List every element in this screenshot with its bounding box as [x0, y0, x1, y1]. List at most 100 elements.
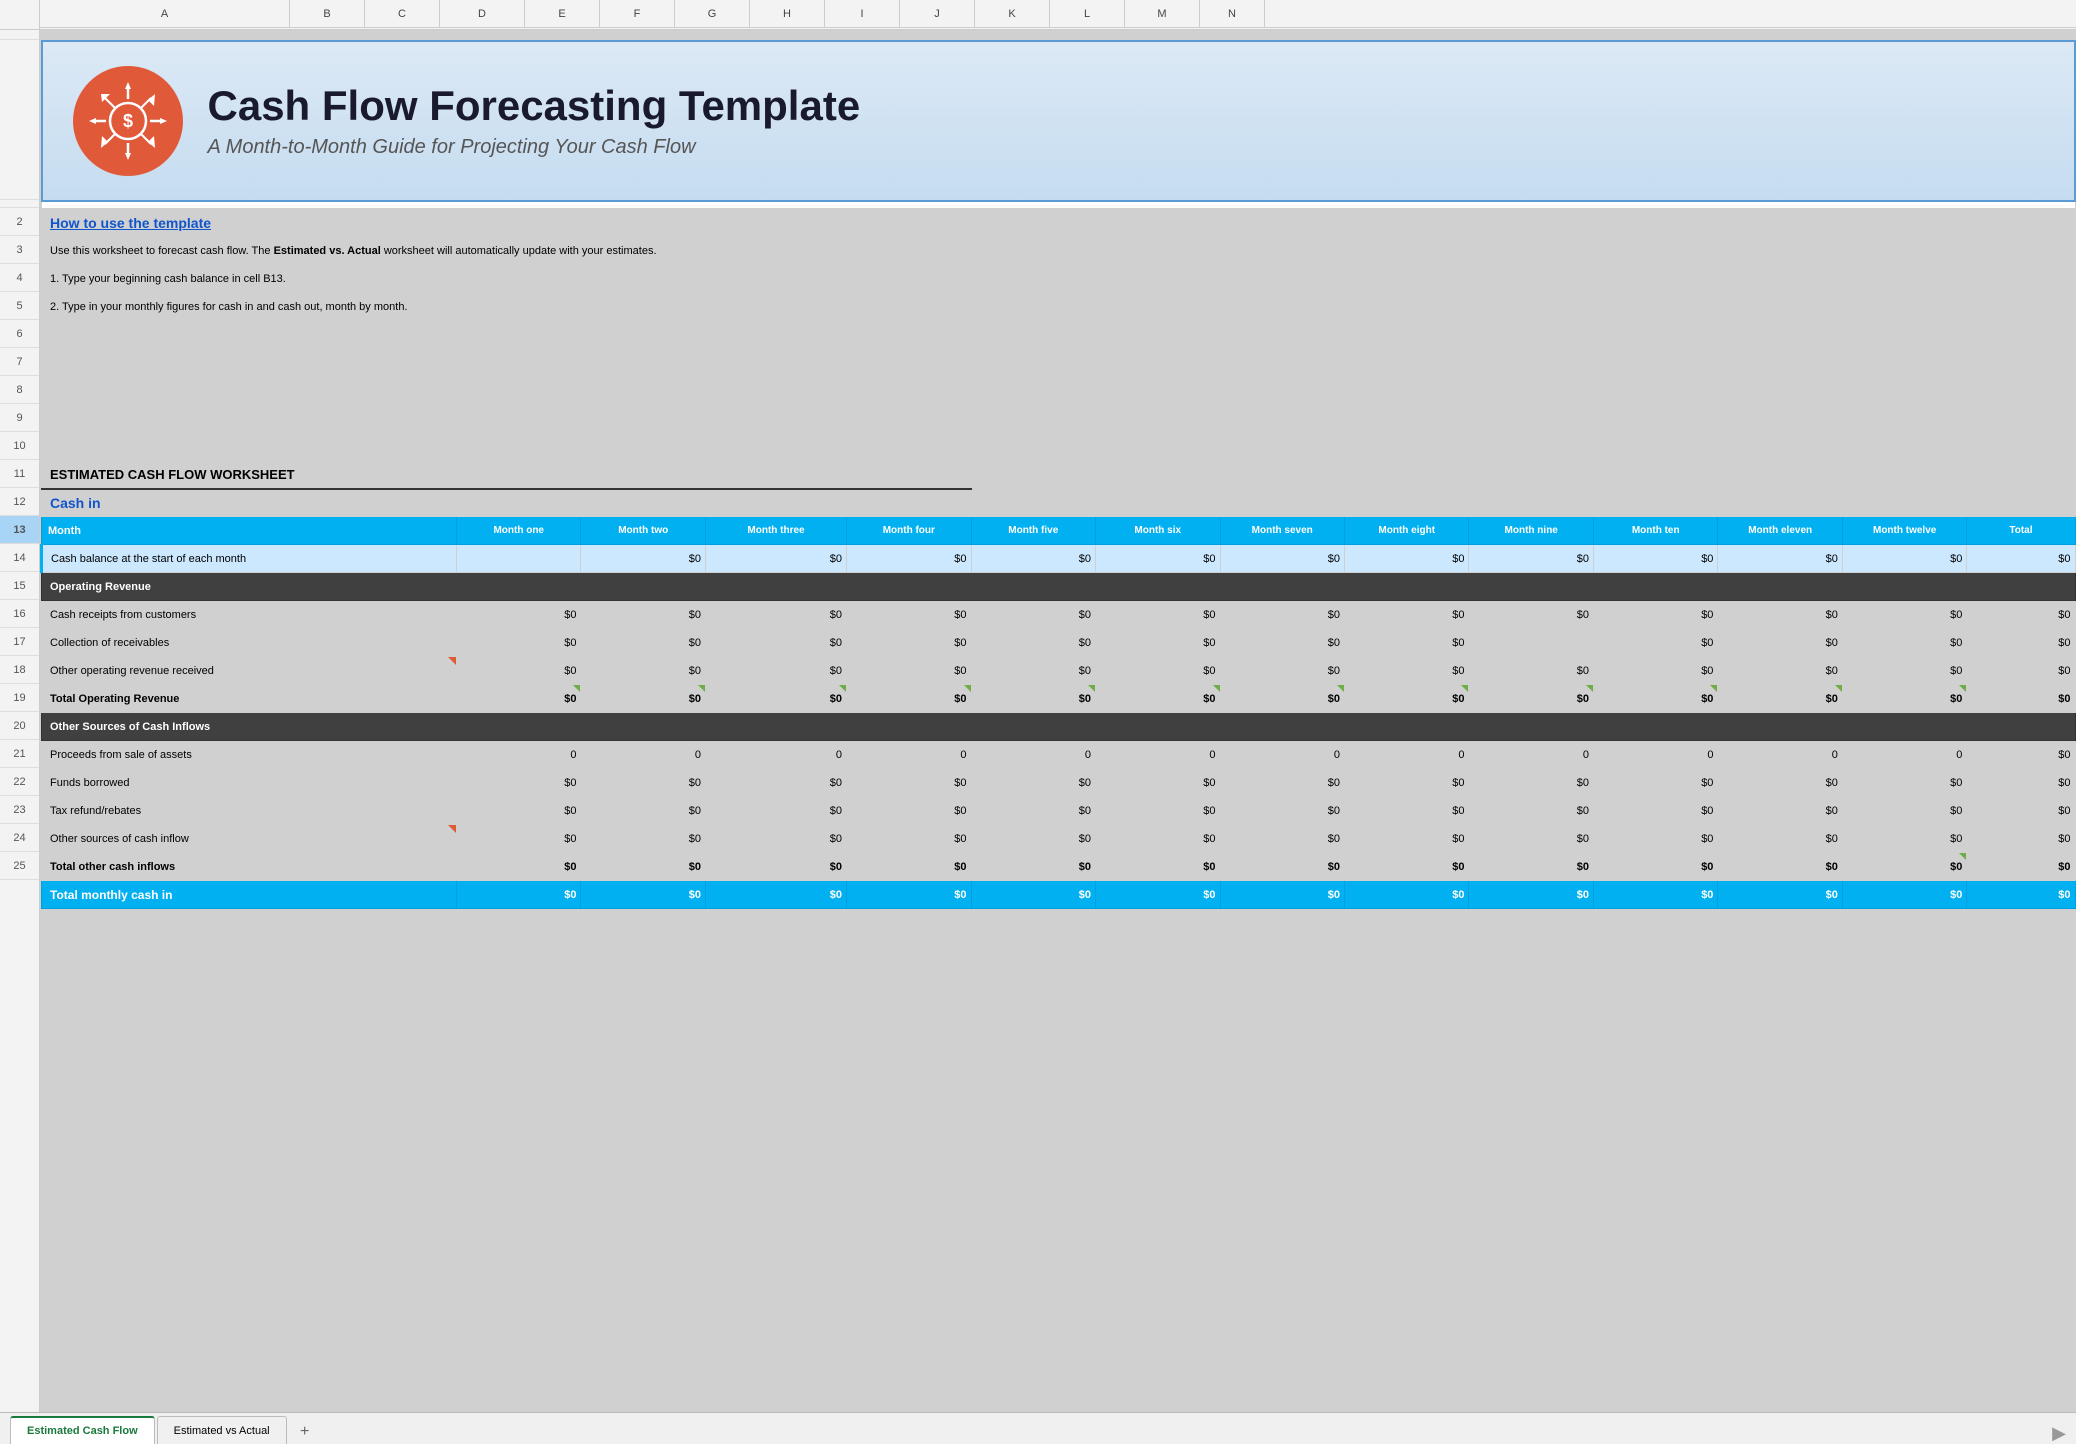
row-cash-receipts[interactable]: Cash receipts from customers $0 $0 $0 $0… [42, 601, 2076, 629]
col-header-total: Total [1967, 517, 2075, 545]
col-letter-K: K [975, 0, 1050, 27]
row-total-operating: Total Operating Revenue $0 $0 $0 $0 [42, 685, 2076, 713]
cash-balance-m12[interactable]: $0 [1842, 545, 1966, 573]
col-letter-I: I [825, 0, 900, 27]
col-header-5: Month five [971, 517, 1095, 545]
col-letter-M: M [1125, 0, 1200, 27]
cash-balance-m8[interactable]: $0 [1344, 545, 1468, 573]
col-header-month: Month [42, 517, 457, 545]
row-proceeds[interactable]: Proceeds from sale of assets 0 0 0 0 0 0… [42, 741, 2076, 769]
tab-estimated-cash-flow[interactable]: Estimated Cash Flow [10, 1416, 155, 1444]
app-container: ABCDEFGHIJKLMN 2345678910111213141516171… [0, 0, 2076, 1444]
tax-label: Tax refund/rebates [42, 797, 457, 825]
row-other-inflow[interactable]: Other sources of cash inflow $0 $0 $0 $0… [42, 825, 2076, 853]
row-num-13: 13 [0, 516, 39, 544]
row-tax-refund[interactable]: Tax refund/rebates $0 $0 $0 $0 $0 $0 $0 … [42, 797, 2076, 825]
col-letter-row: ABCDEFGHIJKLMN [40, 0, 2076, 28]
row-num-6: 6 [0, 320, 39, 348]
col-letter-N: N [1200, 0, 1265, 27]
row-instructions-2: 1. Type your beginning cash balance in c… [42, 265, 2076, 293]
cash-balance-m2[interactable]: $0 [581, 545, 705, 573]
spreadsheet-table: $ [40, 30, 2076, 909]
cash-balance-m11[interactable]: $0 [1718, 545, 1842, 573]
logo-icon: $ [88, 81, 168, 161]
row-num-5: 5 [0, 292, 39, 320]
col-letter-D: D [440, 0, 525, 27]
row-1 [42, 31, 2076, 41]
instr-prefix: Use this worksheet to forecast cash flow… [50, 245, 274, 257]
col-letter-F: F [600, 0, 675, 27]
row-num-x [0, 40, 39, 200]
col-header-10: Month ten [1593, 517, 1717, 545]
row-cash-balance[interactable]: Cash balance at the start of each month … [42, 545, 2076, 573]
cash-balance-m6[interactable]: $0 [1096, 545, 1220, 573]
col-letter-B: B [290, 0, 365, 27]
row-num-24: 24 [0, 824, 39, 852]
row-num-15: 15 [0, 572, 39, 600]
row-num-22: 22 [0, 768, 39, 796]
total-monthly-in-label: Total monthly cash in [42, 881, 457, 909]
tab-estimated-vs-actual[interactable]: Estimated vs Actual [157, 1416, 287, 1444]
col-header-9: Month nine [1469, 517, 1593, 545]
svg-text:$: $ [122, 111, 132, 131]
instr-line2: 1. Type your beginning cash balance in c… [42, 265, 2076, 293]
row-num-20: 20 [0, 712, 39, 740]
cash-balance-m4[interactable]: $0 [847, 545, 971, 573]
header-banner-row: $ [42, 41, 2076, 201]
col-letter-J: J [900, 0, 975, 27]
row-6 [42, 349, 2076, 377]
row-cash-in-heading: Cash in [42, 489, 2076, 517]
add-sheet-button[interactable]: + [293, 1420, 317, 1444]
sheet-content-area: $ [40, 30, 2076, 1412]
row-num-4: 4 [0, 264, 39, 292]
row-num-25: 25 [0, 852, 39, 880]
cash-balance-m9[interactable]: $0 [1469, 545, 1593, 573]
collection-label: Collection of receivables [42, 629, 457, 657]
cash-balance-m10[interactable]: $0 [1593, 545, 1717, 573]
row-funds-borrowed[interactable]: Funds borrowed $0 $0 $0 $0 $0 $0 $0 $0 $… [42, 769, 2076, 797]
col-header-2: Month two [581, 517, 705, 545]
col-header-6: Month six [1096, 517, 1220, 545]
col-header-8: Month eight [1344, 517, 1468, 545]
col-header-11: Month eleven [1718, 517, 1842, 545]
row-8 [42, 405, 2076, 433]
cash-balance-m1[interactable] [456, 545, 580, 573]
instructions-heading: How to use the template [50, 215, 211, 231]
column-ruler: ABCDEFGHIJKLMN [0, 0, 2076, 30]
cash-balance-m3[interactable]: $0 [705, 545, 846, 573]
corner-cell [0, 0, 40, 30]
row-total-other: Total other cash inflows $0 $0 $0 $0 $0 … [42, 853, 2076, 881]
col-letter-C: C [365, 0, 440, 27]
funds-label: Funds borrowed [42, 769, 457, 797]
row-7 [42, 377, 2076, 405]
row-worksheet-title: ESTIMATED CASH FLOW WORKSHEET [42, 461, 2076, 489]
cash-balance-m7[interactable]: $0 [1220, 545, 1344, 573]
row-num-23: 23 [0, 796, 39, 824]
col-header-12: Month twelve [1842, 517, 1966, 545]
cash-balance-total[interactable]: $0 [1967, 545, 2075, 573]
row-operating-heading: Operating Revenue [42, 573, 2076, 601]
operating-revenue-label: Operating Revenue [42, 573, 2076, 601]
instr-suffix: worksheet will automatically update with… [381, 245, 657, 257]
instr-bold: Estimated vs. Actual [274, 245, 381, 257]
row-other-sources-heading: Other Sources of Cash Inflows [42, 713, 2076, 741]
row-number-gutter: 2345678910111213141516171819202122232425 [0, 30, 40, 1412]
total-operating-label: Total Operating Revenue [42, 685, 457, 713]
scrollbar-area: ▶ [2052, 1423, 2076, 1444]
row-num-2: 2 [0, 208, 39, 236]
row-month-headers: Month Month one Month two Month three Mo… [42, 517, 2076, 545]
row-num-14: 14 [0, 544, 39, 572]
worksheet-title: ESTIMATED CASH FLOW WORKSHEET [50, 467, 295, 482]
cash-balance-m5[interactable]: $0 [971, 545, 1095, 573]
other-operating-label: Other operating revenue received [42, 657, 457, 685]
scroll-right-icon[interactable]: ▶ [2052, 1423, 2066, 1444]
row-num-12: 12 [0, 488, 39, 516]
col-header-3: Month three [705, 517, 846, 545]
row-collection[interactable]: Collection of receivables $0 $0 $0 $0 $0… [42, 629, 2076, 657]
row-num-19: 19 [0, 684, 39, 712]
row-other-operating[interactable]: Other operating revenue received $0 $0 $… [42, 657, 2076, 685]
tab-bar: Estimated Cash Flow Estimated vs Actual … [0, 1412, 2076, 1444]
col-letter-H: H [750, 0, 825, 27]
row-num-16: 16 [0, 600, 39, 628]
cash-balance-label: Cash balance at the start of each month [42, 545, 457, 573]
